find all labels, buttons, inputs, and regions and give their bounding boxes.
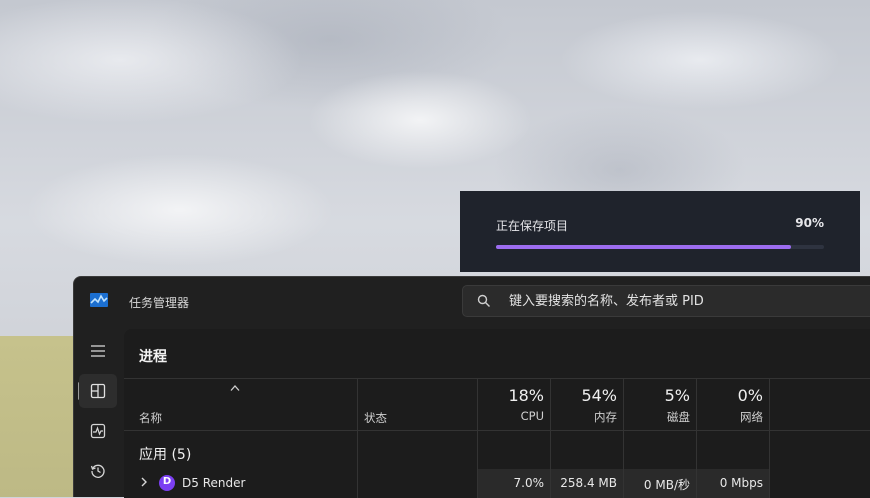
column-header-network[interactable]: 0% 网络 <box>695 386 763 425</box>
nav-processes[interactable] <box>79 374 117 408</box>
task-manager-icon <box>90 293 108 307</box>
search-box[interactable] <box>462 285 870 317</box>
nav-performance[interactable] <box>79 414 117 448</box>
disk-percent: 5% <box>664 386 690 405</box>
group-title-apps: 应用 (5) <box>139 447 192 463</box>
cpu-label: CPU <box>520 409 544 423</box>
progress-track <box>496 245 824 249</box>
chevron-right-icon[interactable] <box>140 477 148 487</box>
nav-app-history[interactable] <box>79 454 117 488</box>
process-disk: 0 MB/秒 <box>643 478 690 492</box>
disk-label: 磁盘 <box>667 410 690 424</box>
performance-icon <box>90 423 106 439</box>
process-network: 0 Mbps <box>719 476 763 490</box>
cpu-percent: 18% <box>508 386 544 405</box>
hamburger-menu-icon <box>91 345 105 357</box>
app-icon-letter: D <box>162 476 172 487</box>
save-progress-toast: 正在保存项目 90% <box>460 191 860 272</box>
process-memory: 258.4 MB <box>560 476 617 490</box>
divider <box>124 378 870 379</box>
task-manager-window: 任务管理器 键入要搜索的名称、发布者或 PID 进程 名称 状态 18% CPU… <box>73 276 870 498</box>
search-input[interactable] <box>509 286 869 316</box>
app-history-icon <box>90 464 105 478</box>
page-title: 进程 <box>139 349 167 365</box>
table-row[interactable]: D D5 Render 7.0% 258.4 MB 0 MB/秒 0 Mbps <box>124 469 870 498</box>
progress-fill <box>496 245 792 249</box>
toast-percent: 90% <box>795 216 824 230</box>
sort-ascending-icon[interactable] <box>230 384 240 392</box>
column-header-memory[interactable]: 54% 内存 <box>549 386 617 425</box>
memory-label: 内存 <box>594 410 617 424</box>
column-header-name[interactable]: 名称 <box>139 410 162 426</box>
process-cpu: 7.0% <box>513 476 545 490</box>
column-header-cpu[interactable]: 18% CPU <box>476 386 544 423</box>
network-label: 网络 <box>740 410 763 424</box>
memory-percent: 54% <box>581 386 617 405</box>
divider <box>124 430 870 431</box>
toast-title: 正在保存项目 <box>496 219 569 233</box>
window-title: 任务管理器 <box>129 296 190 310</box>
network-percent: 0% <box>737 386 763 405</box>
wallpaper-ground <box>0 336 80 497</box>
process-name: D5 Render <box>182 476 246 490</box>
search-icon <box>477 294 490 307</box>
d5-render-app-icon: D <box>159 475 175 491</box>
hamburger-menu-button[interactable] <box>79 335 117 369</box>
column-header-status[interactable]: 状态 <box>364 410 387 426</box>
processes-icon <box>90 383 106 399</box>
processes-panel: 进程 名称 状态 18% CPU 54% 内存 5% 磁盘 0% 网络 应用 (… <box>124 329 870 498</box>
column-header-disk[interactable]: 5% 磁盘 <box>622 386 690 425</box>
